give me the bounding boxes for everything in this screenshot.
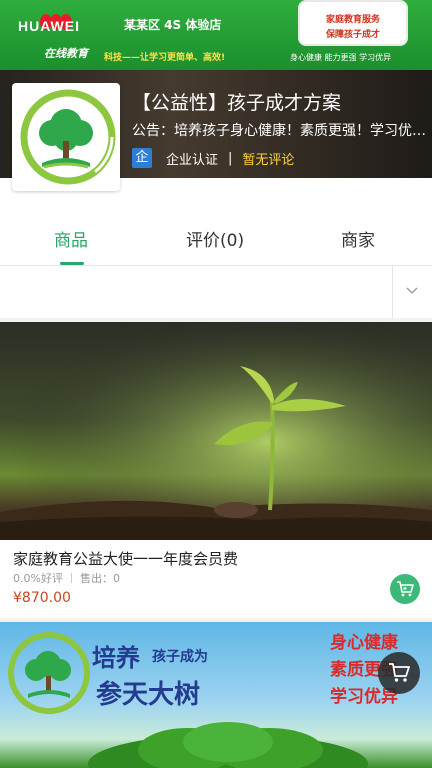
banner-store: 某某区 4S 体验店 <box>124 18 222 32</box>
seedling-image <box>0 322 432 540</box>
banner-badge: 家庭教育服务 保障孩子成才 <box>298 0 408 46</box>
banner-sub-text: 孩子成为 <box>152 649 208 665</box>
tree-logo-icon <box>20 89 116 185</box>
banner-brand: HUAWEI <box>18 18 80 34</box>
category-filter-bar <box>0 266 432 318</box>
add-to-cart-button[interactable] <box>390 574 420 604</box>
tab-bar: 商品 评价(0) 商家 <box>0 178 432 266</box>
cert-row: 企 企业认证 | 暂无评论 <box>132 147 294 169</box>
banner-slogan: 科技——让学习更简单、高效! <box>104 53 226 63</box>
tree-logo-icon <box>8 632 90 714</box>
product-title[interactable]: 家庭教育公益大使一一年度会员费 <box>13 548 238 569</box>
shop-name: 【公益性】孩子成才方案 <box>132 92 342 114</box>
review-status: 暂无评论 <box>242 152 295 168</box>
product-rating: 0.0%好评 <box>13 572 63 585</box>
tab-indicator <box>60 262 84 265</box>
cart-icon <box>389 663 410 682</box>
banner-slogan-1: 身心健康 <box>330 633 398 653</box>
product-meta: 0.0%好评 售出：0 <box>13 570 120 586</box>
cart-icon <box>397 581 414 597</box>
tab-merchant[interactable]: 商家 <box>341 226 375 251</box>
banner-main-text: 培养 <box>92 643 140 672</box>
product-sold: 售出：0 <box>79 572 120 585</box>
product-card[interactable]: 家庭教育公益大使一一年度会员费 0.0%好评 售出：0 ¥870.00 <box>0 322 432 618</box>
banner-tags: 身心健康 能力更强 学习优异 <box>290 53 392 62</box>
enterprise-cert-icon: 企 <box>132 148 152 168</box>
banner-online: 在线教育 <box>44 47 88 60</box>
tab-goods[interactable]: 商品 <box>54 226 88 251</box>
filter-expand-button[interactable] <box>392 266 432 318</box>
product-image[interactable] <box>0 322 432 540</box>
floating-cart-button[interactable] <box>378 652 420 694</box>
cert-separator: | <box>228 150 233 166</box>
cert-label: 企业认证 <box>166 152 219 168</box>
shop-notice: 公告：培养孩子身心健康！素质更强！学习优异！ <box>132 123 426 139</box>
meta-divider <box>70 573 72 583</box>
banner-big-text: 参天大树 <box>96 680 201 710</box>
promo-banner[interactable]: 培养 孩子成为 参天大树 身心健康 素质更强 学习优异 <box>0 622 432 768</box>
tree-canopy-image <box>88 722 368 768</box>
banner-badge-line1: 家庭教育服务 <box>325 15 380 25</box>
banner-badge-line2: 保障孩子成才 <box>325 30 380 40</box>
tab-reviews[interactable]: 评价(0) <box>186 226 244 251</box>
chevron-down-icon <box>406 287 418 294</box>
shop-logo <box>12 83 120 191</box>
shop-banner: HUAWEI 某某区 4S 体验店 在线教育 科技——让学习更简单、高效! 身心… <box>0 0 432 70</box>
product-price: ¥870.00 <box>13 590 71 606</box>
